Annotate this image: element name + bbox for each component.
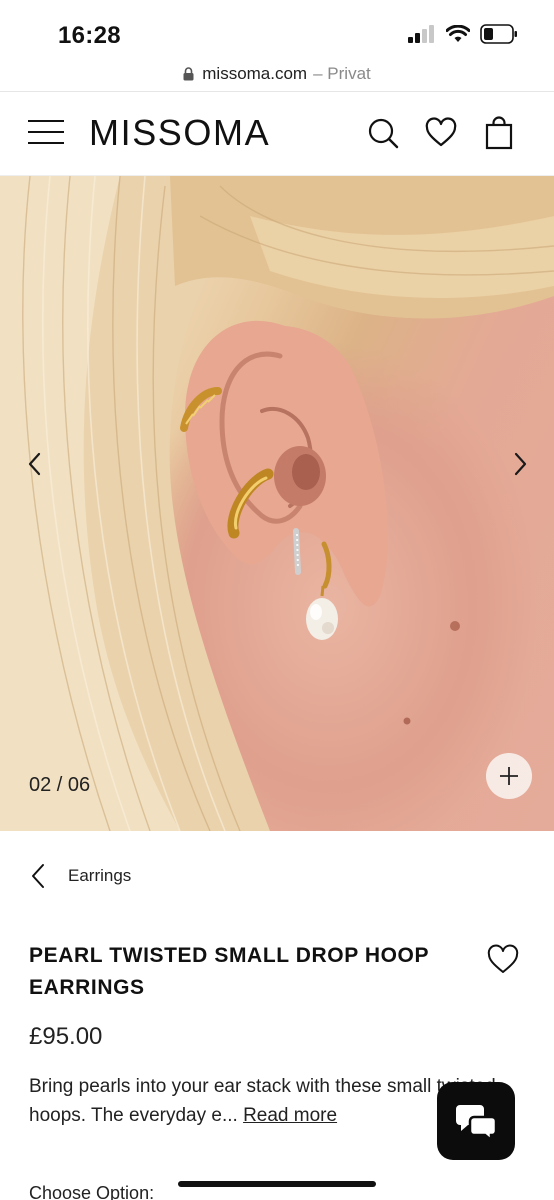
address-domain: missoma.com	[202, 63, 308, 83]
menu-button[interactable]	[28, 120, 64, 148]
lock-icon	[183, 66, 194, 81]
signal-icon	[408, 25, 434, 43]
gallery-prev-arrow[interactable]	[20, 444, 52, 484]
site-header: MISSOMA	[0, 92, 554, 176]
chat-bubbles-icon	[456, 1105, 498, 1141]
product-image-gallery[interactable]: 02 / 06	[0, 176, 554, 831]
search-icon[interactable]	[366, 116, 400, 150]
chevron-left-icon	[32, 864, 44, 888]
status-icons	[408, 24, 518, 44]
read-more-link[interactable]: Read more	[243, 1105, 337, 1126]
private-mode-label: – Privat	[313, 63, 371, 83]
product-photo	[0, 176, 554, 831]
status-bar: 16:28	[0, 0, 554, 56]
breadcrumb-back[interactable]: Earrings	[30, 862, 131, 890]
slide-counter: 02 / 06	[29, 774, 91, 796]
battery-icon	[480, 24, 517, 44]
gallery-next-arrow[interactable]	[505, 444, 537, 484]
menu-icon	[28, 120, 64, 122]
product-title: PEARL TWISTED SMALL DROP HOOP EARRINGS	[29, 944, 429, 999]
plus-icon	[500, 767, 518, 785]
wifi-icon	[446, 25, 470, 42]
home-indicator	[178, 1181, 376, 1187]
wishlist-heart-icon[interactable]	[486, 944, 520, 976]
status-time: 16:28	[58, 22, 121, 49]
zoom-button[interactable]	[486, 753, 532, 799]
site-logo[interactable]: MISSOMA	[89, 112, 270, 154]
heart-icon[interactable]	[424, 116, 458, 150]
chat-button[interactable]	[437, 1082, 515, 1160]
address-bar[interactable]: missoma.com – Privat	[0, 56, 554, 92]
shopping-bag-icon[interactable]	[482, 116, 516, 150]
choose-option-label: Choose Option:	[29, 1183, 155, 1200]
breadcrumb-label: Earrings	[68, 866, 132, 885]
product-price: £95.00	[29, 1023, 103, 1050]
